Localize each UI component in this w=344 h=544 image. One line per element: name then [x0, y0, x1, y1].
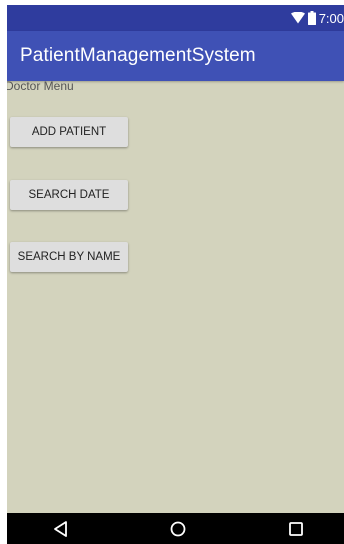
recents-icon[interactable] [286, 519, 306, 539]
app-bar: PatientManagementSystem [7, 31, 344, 81]
add-patient-button[interactable]: ADD PATIENT [10, 117, 128, 147]
status-bar: 7:00 [7, 5, 344, 31]
search-by-name-button[interactable]: SEARCH BY NAME [10, 242, 128, 272]
home-icon[interactable] [168, 519, 188, 539]
wifi-icon [290, 12, 305, 24]
status-time: 7:00 [318, 10, 344, 26]
phone-screen: 7:00 PatientManagementSystem Doctor Menu… [7, 5, 344, 544]
search-date-button[interactable]: SEARCH DATE [10, 180, 128, 210]
battery-icon [307, 11, 316, 25]
status-icons: 7:00 [290, 10, 344, 26]
app-title: PatientManagementSystem [20, 45, 256, 66]
navigation-bar [7, 513, 344, 544]
menu-label: Doctor Menu [7, 79, 74, 93]
back-icon[interactable] [51, 519, 71, 539]
